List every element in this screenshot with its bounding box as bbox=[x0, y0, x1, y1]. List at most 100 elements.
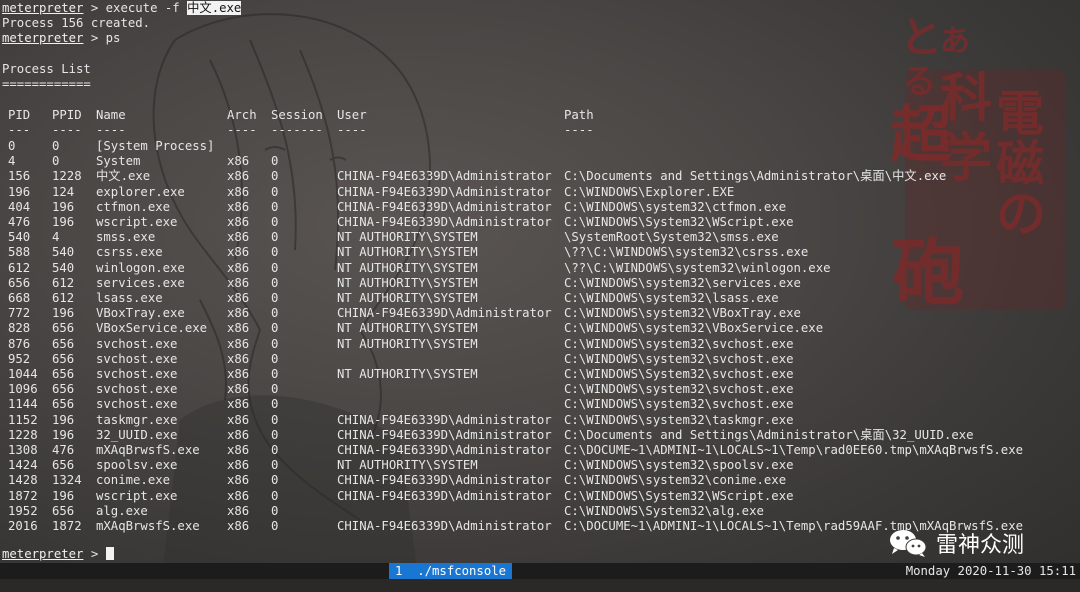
cell-session: 0 bbox=[271, 351, 279, 366]
cell-path: C:\WINDOWS\system32\spoolsv.exe bbox=[564, 458, 794, 473]
cell-pid: 196 bbox=[8, 184, 31, 199]
table-row: 196 124 explorer.exe x86 0 CHINA-F94E6339D\Ad… bbox=[0, 185, 1080, 200]
cell-ppid: 196 bbox=[52, 427, 75, 442]
cell-name: ctfmon.exe bbox=[96, 199, 171, 214]
table-row: 156 1228 中文.exe x86 0 CHINA-F94E6339D\Adminis… bbox=[0, 169, 1080, 184]
cell-session: 0 bbox=[271, 245, 279, 260]
cell-ppid: 196 bbox=[52, 215, 75, 229]
cell-session: 0 bbox=[271, 199, 279, 214]
wechat-brand-watermark: 雷神众测 bbox=[888, 528, 1024, 558]
cell-path: C:\WINDOWS\System32\svchost.exe bbox=[564, 367, 794, 381]
table-header: PID PPID Name Arch Session User Path bbox=[0, 108, 1080, 123]
status-clock: Monday 2020-11-30 15:11 bbox=[905, 564, 1076, 578]
cell-name: winlogon.exe bbox=[96, 260, 185, 275]
cell-session: 0 bbox=[271, 306, 279, 321]
cell-name: lsass.exe bbox=[96, 291, 163, 305]
cell-path: C:\WINDOWS\system32\svchost.exe bbox=[564, 351, 794, 366]
cell-name: conime.exe bbox=[96, 473, 171, 488]
cell-user: CHINA-F94E6339D\Administrator bbox=[337, 412, 552, 427]
cell-name: taskmgr.exe bbox=[96, 412, 178, 427]
cell-pid: 1144 bbox=[8, 397, 38, 412]
table-row: 1308 476 mXAqBrwsfS.exe x86 0 CHINA-F94E6339D… bbox=[0, 443, 1080, 458]
cell-session: 0 bbox=[271, 336, 279, 351]
cell-ppid: 1872 bbox=[52, 519, 82, 533]
cell-user: CHINA-F94E6339D\Administrator bbox=[337, 169, 552, 184]
cell-session: 0 bbox=[271, 260, 279, 275]
cell-ppid: 612 bbox=[52, 291, 75, 305]
cell-ppid: 656 bbox=[52, 351, 75, 366]
cell-name: services.exe bbox=[96, 275, 185, 290]
cell-arch: x86 bbox=[227, 184, 250, 199]
cell-ppid: 196 bbox=[52, 306, 75, 321]
table-row: 772 196 VBoxTray.exe x86 0 CHINA-F94E6339D\Ad… bbox=[0, 306, 1080, 321]
cell-user: NT AUTHORITY\SYSTEM bbox=[337, 245, 478, 260]
cell-arch: x86 bbox=[227, 199, 250, 214]
table-row: 656 612 services.exe x86 0 NT AUTHORITY\SYSTE… bbox=[0, 276, 1080, 291]
cell-session: 0 bbox=[271, 367, 279, 381]
cell-user: CHINA-F94E6339D\Administrator bbox=[337, 184, 552, 199]
table-header-rule: --- ---- ---- ---- ------- ---- ---- bbox=[8, 123, 594, 137]
cell-name: smss.exe bbox=[96, 230, 156, 245]
cell-path: C:\WINDOWS\System32\WScript.exe bbox=[564, 215, 794, 229]
cell-pid: 1308 bbox=[8, 443, 38, 457]
cell-name: svchost.exe bbox=[96, 397, 178, 412]
cell-arch: x86 bbox=[227, 291, 250, 305]
cell-pid: 540 bbox=[8, 230, 31, 245]
cell-user: CHINA-F94E6339D\Administrator bbox=[337, 519, 552, 533]
cell-pid: 952 bbox=[8, 351, 31, 366]
cell-pid: 1952 bbox=[8, 503, 38, 518]
cell-path: C:\WINDOWS\system32\svchost.exe bbox=[564, 397, 794, 412]
cell-name: mXAqBrwsfS.exe bbox=[96, 443, 200, 457]
cell-name: svchost.exe bbox=[96, 351, 178, 366]
cell-name: VBoxTray.exe bbox=[96, 306, 185, 321]
cell-pid: 1228 bbox=[8, 427, 38, 442]
cell-name: spoolsv.exe bbox=[96, 458, 178, 473]
window-tab-msfconsole[interactable]: 1 ./msfconsole bbox=[389, 563, 513, 579]
cell-arch: x86 bbox=[227, 443, 250, 457]
cell-ppid: 656 bbox=[52, 382, 75, 397]
cell-ppid: 476 bbox=[52, 443, 75, 457]
cell-pid: 668 bbox=[8, 291, 31, 305]
cell-ppid: 540 bbox=[52, 260, 75, 275]
cell-path: C:\WINDOWS\system32\VBoxService.exe bbox=[564, 321, 824, 336]
cell-name: VBoxService.exe bbox=[96, 321, 208, 336]
cell-ppid: 4 bbox=[52, 230, 60, 245]
command-line-ps: meterpreter > ps bbox=[2, 31, 121, 45]
process-list-title-underline: ============ bbox=[2, 77, 91, 91]
cell-session: 0 bbox=[271, 503, 279, 518]
header-arch: Arch bbox=[227, 108, 257, 122]
cell-path: C:\Documents and Settings\Administrator\… bbox=[564, 169, 947, 184]
cell-arch: x86 bbox=[227, 230, 250, 245]
cell-pid: 612 bbox=[8, 260, 31, 275]
header-path: Path bbox=[564, 108, 594, 122]
table-row: 1044 656 svchost.exe x86 0 NT AUTHORITY\SYSTE… bbox=[0, 367, 1080, 382]
header-pid: PID bbox=[8, 108, 31, 122]
cell-name: svchost.exe bbox=[96, 382, 178, 397]
header-session: Session bbox=[271, 108, 323, 122]
cell-pid: 0 bbox=[8, 139, 16, 153]
cell-user: NT AUTHORITY\SYSTEM bbox=[337, 291, 478, 305]
cell-path: C:\WINDOWS\System32\alg.exe bbox=[564, 503, 764, 518]
cell-session: 0 bbox=[271, 488, 279, 503]
cell-arch: x86 bbox=[227, 458, 250, 473]
table-row: 404 196 ctfmon.exe x86 0 CHINA-F94E6339D\Admi… bbox=[0, 200, 1080, 215]
cell-arch: x86 bbox=[227, 275, 250, 290]
cell-pid: 404 bbox=[8, 199, 31, 214]
cell-user: CHINA-F94E6339D\Administrator bbox=[337, 473, 552, 488]
cell-pid: 476 bbox=[8, 215, 31, 229]
cell-path: C:\WINDOWS\system32\svchost.exe bbox=[564, 336, 794, 351]
cell-ppid: 656 bbox=[52, 458, 75, 473]
selected-text[interactable]: 中文.exe bbox=[187, 1, 242, 15]
cell-arch: x86 bbox=[227, 351, 250, 366]
terminal-window[interactable]: と あ る 科 学 の 超 電 磁 砲 meterpreter > execut… bbox=[0, 0, 1080, 592]
table-row: 828 656 VBoxService.exe x86 0 NT AUTHORITY\SY… bbox=[0, 321, 1080, 336]
cell-path: C:\WINDOWS\system32\ctfmon.exe bbox=[564, 199, 787, 214]
cell-user: NT AUTHORITY\SYSTEM bbox=[337, 367, 478, 381]
cell-ppid: 124 bbox=[52, 184, 75, 199]
cell-name: alg.exe bbox=[96, 503, 148, 518]
cell-name: System bbox=[96, 154, 141, 169]
command-line-current[interactable]: meterpreter > bbox=[2, 547, 114, 562]
header-ppid: PPID bbox=[52, 108, 82, 122]
cell-session: 0 bbox=[271, 230, 279, 245]
tmux-status-bar: 1 ./msfconsole Monday 2020-11-30 15:11 bbox=[0, 563, 1080, 579]
